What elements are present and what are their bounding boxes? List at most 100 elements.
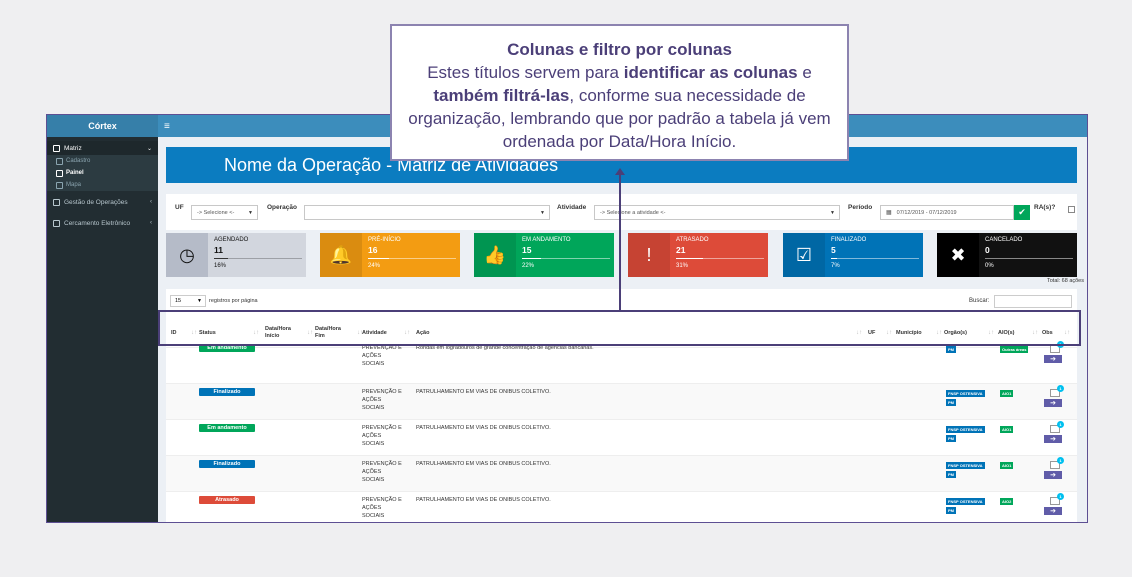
- status-badge: Finalizado: [199, 460, 255, 468]
- uf-select[interactable]: -> Selecione <- ▼: [191, 205, 258, 220]
- status-card-count: 0: [985, 245, 990, 255]
- table-row[interactable]: Atrasado PREVENÇÃO E AÇÕES SOCIAIS PATRULHAM…: [166, 491, 1077, 522]
- activity-line: SOCIAIS: [362, 405, 385, 411]
- activity-line: PREVENÇÃO E: [362, 461, 402, 467]
- notes-icon[interactable]: 1: [1050, 493, 1064, 505]
- ra-label: RA(s)?: [1034, 204, 1056, 211]
- status-cards: ◷ AGENDADO 11 16% 🔔 PRÉ-INÍCIO 16 24% 👍 EM ANDAME…: [166, 233, 1077, 277]
- sidebar-item-label: Cercamento Eletrônico: [64, 219, 131, 227]
- notes-icon[interactable]: 1: [1050, 457, 1064, 469]
- status-card-percent: 31%: [676, 263, 689, 269]
- open-action-button[interactable]: ➔: [1044, 399, 1062, 407]
- periodo-input[interactable]: ▦ 07/12/2019 - 07/12/2019: [880, 205, 1014, 220]
- sidebar-item-label: Mapa: [66, 182, 82, 188]
- activity-line: AÇÕES: [362, 469, 382, 475]
- chevron-left-icon: ‹: [150, 199, 152, 205]
- apply-filter-button[interactable]: ✔: [1014, 205, 1030, 220]
- sidebar-item-mapa[interactable]: Mapa: [47, 179, 158, 191]
- chevron-down-icon: ⌄: [146, 145, 152, 152]
- sidebar-item-gestao[interactable]: Gestão de Operações ‹: [47, 195, 158, 209]
- aio-tag: AIO1: [1000, 390, 1014, 397]
- atividade-select-value: -> Selecione a atividade <-: [600, 209, 666, 216]
- search-label: Buscar:: [969, 298, 990, 304]
- operacao-select[interactable]: ▼: [304, 205, 550, 220]
- hamburger-menu-icon[interactable]: ≡: [164, 121, 170, 132]
- activity-line: PREVENÇÃO E: [362, 425, 402, 431]
- status-card[interactable]: ! ATRASADO 21 31%: [628, 233, 768, 277]
- status-card-count: 16: [368, 245, 378, 255]
- notes-count-badge: 1: [1057, 385, 1064, 392]
- sidebar-item-painel[interactable]: Painel: [47, 167, 158, 179]
- sidebar-item-matriz[interactable]: Matriz ⌄: [47, 141, 158, 155]
- ra-checkbox[interactable]: [1068, 206, 1075, 213]
- organ-tag: FNSP OSTENSIVA: [946, 426, 985, 433]
- progress-bar-fill: [368, 258, 390, 259]
- progress-bar-fill: [214, 258, 229, 259]
- table-row[interactable]: Em andamento PREVENÇÃO E AÇÕES SOCIAIS Ronda…: [166, 341, 1077, 383]
- activity-line: AÇÕES: [362, 505, 382, 511]
- open-action-button[interactable]: ➔: [1044, 471, 1062, 479]
- status-card-percent: 7%: [831, 263, 840, 269]
- status-card[interactable]: 👍 EM ANDAMENTO 15 22%: [474, 233, 614, 277]
- sidebar-item-label: Painel: [66, 170, 84, 176]
- sidebar-item-cadastro[interactable]: Cadastro: [47, 155, 158, 167]
- status-card[interactable]: ◷ AGENDADO 11 16%: [166, 233, 306, 277]
- callout-connector: [619, 172, 621, 310]
- activity-line: SOCIAIS: [362, 441, 385, 447]
- caret-down-icon: ▼: [248, 209, 253, 216]
- organ-tag: PM: [946, 399, 956, 406]
- status-card[interactable]: 🔔 PRÉ-INÍCIO 16 24%: [320, 233, 460, 277]
- table-row[interactable]: Finalizado PREVENÇÃO E AÇÕES SOCIAIS PATRULH…: [166, 455, 1077, 491]
- status-card-title: ATRASADO: [676, 237, 709, 243]
- status-card-count: 15: [522, 245, 532, 255]
- open-action-button[interactable]: ➔: [1044, 435, 1062, 443]
- notes-icon[interactable]: 1: [1050, 421, 1064, 433]
- status-card-count: 5: [831, 245, 836, 255]
- status-card-body: EM ANDAMENTO 15 22%: [516, 233, 614, 277]
- callout-text-part: Estes títulos servem para: [427, 63, 624, 82]
- map-icon: [56, 181, 63, 189]
- action-cell: PATRULHAMENTO EM VIAS DE ONIBUS COLETIVO…: [416, 497, 551, 503]
- table-row[interactable]: Finalizado PREVENÇÃO E AÇÕES SOCIAIS PATRULH…: [166, 383, 1077, 419]
- notes-count-badge: 1: [1057, 493, 1064, 500]
- status-card-title: AGENDADO: [214, 237, 249, 243]
- activity-cell: PREVENÇÃO E AÇÕES SOCIAIS: [362, 344, 402, 368]
- open-action-button[interactable]: ➔: [1044, 507, 1062, 515]
- notes-icon[interactable]: 1: [1050, 341, 1064, 353]
- activity-cell: PREVENÇÃO E AÇÕES SOCIAIS: [362, 460, 402, 484]
- status-card-percent: 22%: [522, 263, 535, 269]
- table-row[interactable]: Em andamento PREVENÇÃO E AÇÕES SOCIAIS PATRU…: [166, 419, 1077, 455]
- progress-bar: [985, 258, 1073, 259]
- aio-tag: AIO1: [1000, 426, 1014, 433]
- activity-cell: PREVENÇÃO E AÇÕES SOCIAIS: [362, 424, 402, 448]
- sidebar-item-cercamento[interactable]: Cercamento Eletrônico ‹: [47, 216, 158, 230]
- activity-line: AÇÕES: [362, 353, 382, 359]
- check-icon: ✔: [1018, 207, 1026, 217]
- activity-line: AÇÕES: [362, 397, 382, 403]
- check-square-icon: ☑: [783, 233, 825, 277]
- status-card[interactable]: ✖ CANCELADO 0 0%: [937, 233, 1077, 277]
- callout-text: Estes títulos servem para identificar as…: [406, 61, 833, 153]
- search-input[interactable]: [994, 295, 1072, 308]
- clock-icon: ◷: [166, 233, 208, 277]
- status-card[interactable]: ☑ FINALIZADO 5 7%: [783, 233, 923, 277]
- activity-line: PREVENÇÃO E: [362, 497, 402, 503]
- aio-tag: Outras áreas: [1000, 346, 1029, 353]
- atividade-select[interactable]: -> Selecione a atividade <- ▼: [594, 205, 840, 220]
- periodo-label: Período: [848, 204, 873, 211]
- activity-line: SOCIAIS: [362, 361, 385, 367]
- uf-label: UF: [175, 204, 184, 211]
- status-card-body: ATRASADO 21 31%: [670, 233, 768, 277]
- brand-title[interactable]: Córtex: [47, 115, 158, 137]
- progress-bar-fill: [522, 258, 542, 259]
- dashboard-icon: [56, 169, 63, 177]
- notes-icon[interactable]: 1: [1050, 385, 1064, 397]
- activity-line: AÇÕES: [362, 433, 382, 439]
- status-card-count: 11: [214, 245, 223, 255]
- organ-tag: PM: [946, 435, 956, 442]
- open-action-button[interactable]: ➔: [1044, 355, 1062, 363]
- callout-bold-text: também filtrá-las: [433, 86, 570, 105]
- status-badge: Atrasado: [199, 496, 255, 504]
- progress-bar: [676, 258, 764, 259]
- page-length-select[interactable]: 15 ▼: [170, 295, 206, 307]
